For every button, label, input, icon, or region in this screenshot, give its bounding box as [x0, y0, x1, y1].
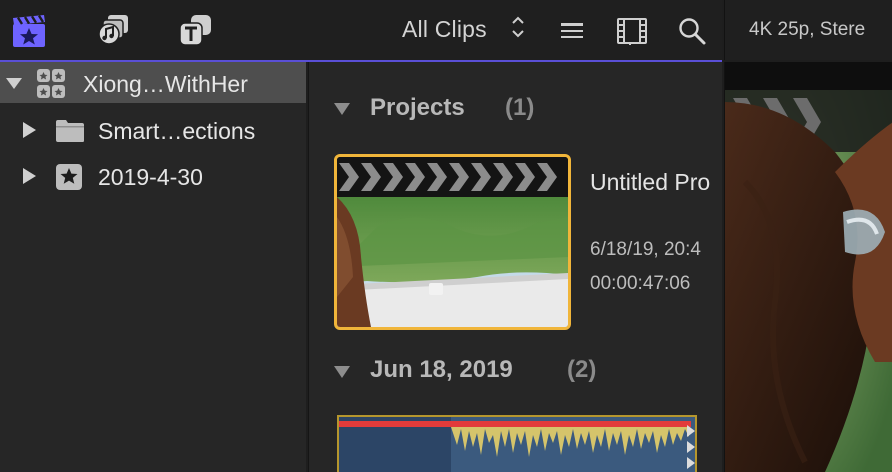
project-thumbnail[interactable]	[334, 154, 571, 330]
section-disclosure-icon[interactable]	[334, 365, 350, 379]
libraries-icon[interactable]	[10, 12, 48, 50]
disclosure-closed-icon[interactable]	[22, 168, 36, 184]
section-count: (2)	[567, 356, 597, 383]
project-duration: 00:00:47:06	[590, 273, 691, 294]
photos-audio-icon[interactable]	[94, 12, 132, 50]
section-count: (1)	[505, 94, 535, 121]
library-icon	[37, 69, 65, 98]
folder-icon	[56, 120, 84, 142]
viewer-video-frame	[725, 62, 892, 472]
disclosure-closed-icon[interactable]	[22, 122, 36, 138]
sidebar-item-label: Smart…ections	[98, 118, 256, 144]
sidebar-item-event[interactable]: 2019-4-30	[0, 155, 306, 196]
viewer-pane[interactable]	[724, 62, 892, 472]
titles-generators-icon[interactable]	[176, 12, 214, 50]
clip-audio-waveform	[339, 417, 695, 472]
clips-filter-menu[interactable]: All Clips	[402, 16, 487, 43]
disclosure-open-icon[interactable]	[6, 75, 22, 91]
section-title-projects: Projects	[370, 94, 465, 121]
viewer-format-label[interactable]: 4K 25p, Stere	[749, 19, 865, 41]
section-disclosure-icon[interactable]	[334, 102, 350, 116]
sidebar-item-smart-collections[interactable]: Smart…ections	[0, 109, 306, 150]
chevron-updown-icon[interactable]	[511, 14, 525, 40]
search-icon[interactable]	[673, 12, 711, 50]
clip-filmstrip[interactable]	[337, 415, 697, 472]
project-name[interactable]: Untitled Pro	[590, 169, 710, 196]
list-view-icon[interactable]	[553, 12, 591, 50]
libraries-sidebar: Xiong…WithHer Smart…ections 2019-4-30	[0, 62, 306, 472]
sidebar-item-library[interactable]: Xiong…WithHer	[0, 62, 306, 103]
filmstrip-view-icon[interactable]	[613, 12, 651, 50]
viewer-header: 4K 25p, Stere	[724, 0, 892, 60]
sidebar-item-label: Xiong…WithHer	[83, 71, 248, 97]
sidebar-item-label: 2019-4-30	[98, 164, 203, 190]
event-star-icon	[56, 164, 82, 190]
browser-pane: Projects (1) Untitled Pro 6/18/19, 20:4 …	[308, 62, 722, 472]
browser-toolbar: All Clips	[0, 0, 722, 60]
section-title-date: Jun 18, 2019	[370, 356, 513, 383]
project-thumbnail-image	[337, 157, 568, 327]
project-date: 6/18/19, 20:4	[590, 239, 701, 260]
